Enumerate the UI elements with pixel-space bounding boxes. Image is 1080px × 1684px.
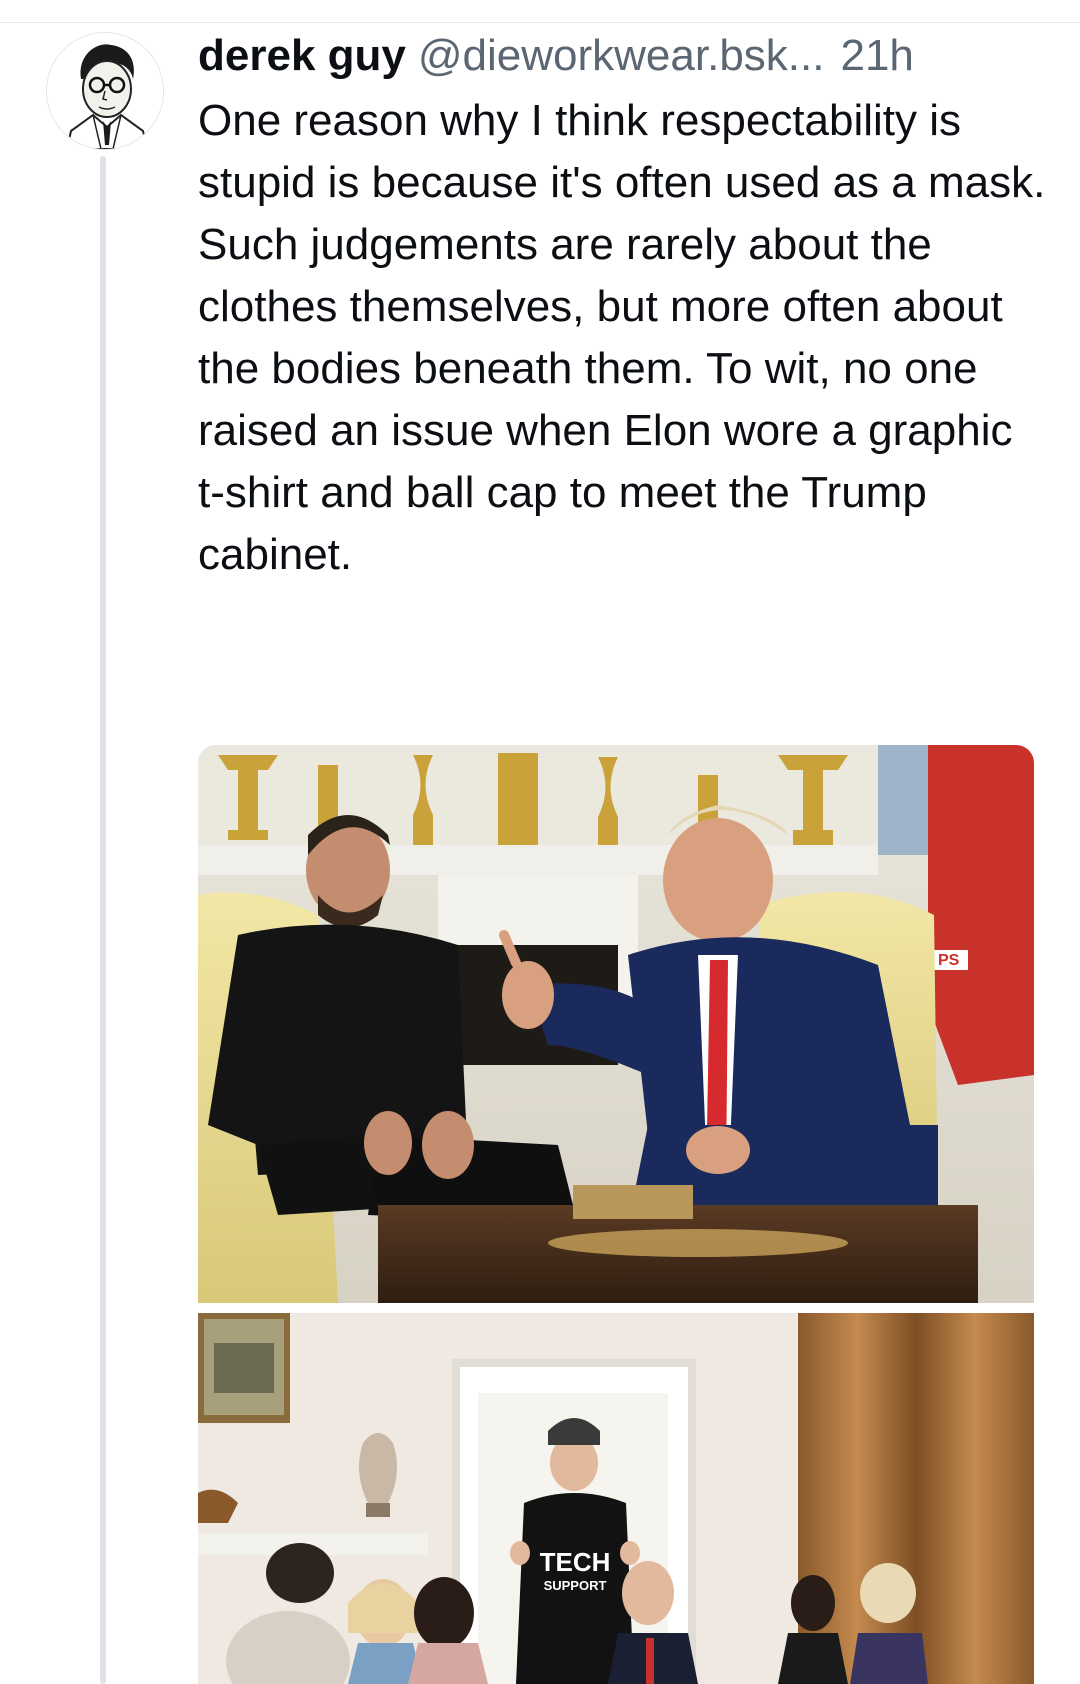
handle[interactable]: @dieworkwear.bsk... [418, 28, 825, 84]
thread-line [100, 156, 106, 1684]
flag-text: PS [938, 952, 960, 969]
post-time[interactable]: 21h [840, 28, 913, 84]
post-image-2[interactable]: TECH SUPPORT [198, 1313, 1034, 1684]
cabinet-meeting-photo: TECH SUPPORT [198, 1313, 1034, 1684]
display-name[interactable]: derek guy [198, 28, 406, 84]
post-header: derek guy @dieworkwear.bsk... 21h [198, 28, 1048, 84]
post-image-1[interactable]: PS [198, 745, 1034, 1303]
oval-office-photo: PS [198, 745, 1034, 1303]
shirt-text-line1: TECH [540, 1547, 611, 1577]
post-text: One reason why I think respectability is… [198, 96, 1046, 579]
avatar-illustration [47, 33, 163, 149]
post[interactable]: derek guy @dieworkwear.bsk... 21h One re… [198, 28, 1048, 586]
shirt-text-line2: SUPPORT [544, 1578, 607, 1593]
avatar[interactable] [46, 32, 164, 150]
top-divider [0, 22, 1080, 23]
